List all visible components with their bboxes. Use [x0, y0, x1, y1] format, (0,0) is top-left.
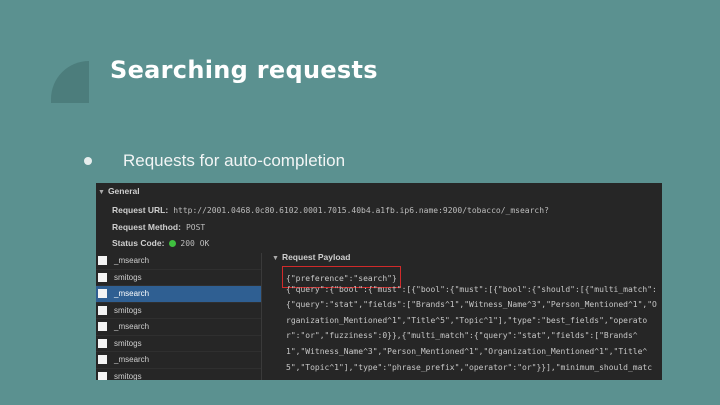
general-section-header[interactable]: ▼ General: [98, 186, 140, 196]
devtools-screenshot: ▼ General Request URL: http://2001.0468.0c…: [96, 183, 662, 380]
request-list-item[interactable]: smitogs: [96, 303, 261, 319]
request-list-item-selected[interactable]: _msearch: [96, 286, 261, 303]
payload-line: rganization_Mentioned^1","Title^5","Topi…: [286, 316, 648, 325]
payload-line: {"query":"stat","fields":["Brands^1","Wi…: [286, 300, 657, 309]
request-url-row: Request URL: http://2001.0468.0c80.6102.0…: [112, 205, 549, 215]
request-list-item[interactable]: smitogs: [96, 369, 261, 380]
request-list-item[interactable]: _msearch: [96, 352, 261, 369]
preference-json: {"preference":"search"}: [286, 274, 397, 283]
request-list-item[interactable]: _msearch: [96, 319, 261, 336]
request-method-value: POST: [185, 223, 206, 232]
corner-decoration: [51, 61, 89, 103]
request-method-label: Request Method:: [112, 222, 181, 232]
request-url-value: http://2001.0468.0c80.6102.0001.7015.40b…: [173, 206, 549, 215]
request-list: _msearch smitogs _msearch smitogs _msear…: [96, 253, 262, 380]
checkbox[interactable]: [98, 371, 107, 380]
payload-header-label: Request Payload: [281, 252, 351, 262]
request-list-item[interactable]: smitogs: [96, 270, 261, 286]
request-list-item[interactable]: _msearch: [96, 253, 261, 270]
request-url-label: Request URL:: [112, 205, 169, 215]
triangle-down-icon: ▼: [272, 255, 279, 262]
checkbox[interactable]: [98, 272, 107, 282]
payload-line: 5","Topic^1"],"type":"phrase_prefix","op…: [286, 363, 653, 372]
status-code-value: 200 OK: [180, 239, 210, 248]
bullet-text: Requests for auto-completion: [123, 151, 346, 170]
request-payload-header[interactable]: ▼ Request Payload: [272, 252, 350, 262]
request-list-item[interactable]: smitogs: [96, 336, 261, 352]
payload-line: r":"or","fuzziness":0}},{"multi_match":{…: [286, 331, 638, 340]
payload-line: 1","Witness_Name^3","Person_Mentioned^1"…: [286, 347, 648, 356]
checkbox[interactable]: [98, 305, 107, 315]
checkbox[interactable]: [98, 355, 107, 365]
request-method-row: Request Method: POST: [112, 222, 205, 232]
status-ok-icon: [169, 240, 177, 247]
status-code-label: Status Code:: [112, 238, 165, 248]
triangle-down-icon: ▼: [98, 189, 105, 196]
slide-title: Searching requests: [110, 56, 378, 84]
checkbox[interactable]: [98, 289, 107, 299]
checkbox[interactable]: [98, 338, 107, 348]
checkbox[interactable]: [98, 256, 107, 266]
bullet-icon: [84, 157, 92, 165]
checkbox[interactable]: [98, 322, 107, 332]
payload-line: {"query":{"bool":{"must":[{"bool":{"must…: [286, 285, 657, 294]
status-code-row: Status Code: 200 OK: [112, 238, 209, 248]
general-header-label: General: [107, 186, 140, 196]
